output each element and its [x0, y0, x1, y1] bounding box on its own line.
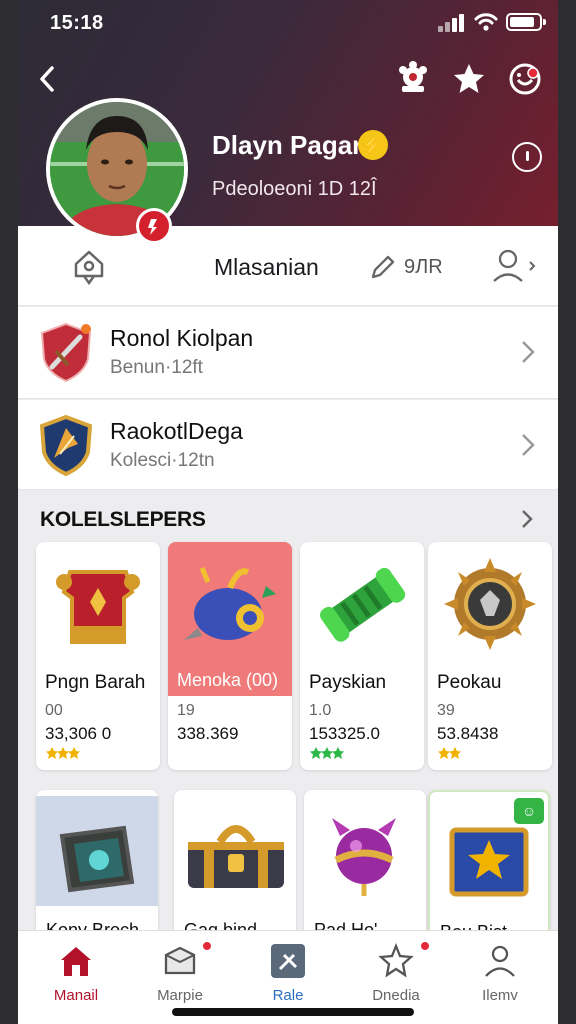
row-subtitle: Kolesci·12tn: [110, 450, 215, 471]
rating-stars: [46, 747, 80, 759]
user-icon: [485, 945, 515, 977]
collection-section: KOLELSLEPERS Pngn Barah 00 33,306 0 Meno…: [18, 490, 558, 940]
action-title: Mlasanian: [214, 254, 319, 280]
collection-item-selected[interactable]: Menoka (00) 19 338.369: [168, 542, 292, 770]
box-icon: [164, 946, 196, 975]
bronze-medallion-icon: [444, 558, 536, 650]
status-bar: 15:18: [0, 0, 576, 46]
collection-item[interactable]: Pngn Barah 00 33,306 0: [36, 542, 160, 770]
star-icon[interactable]: [450, 60, 488, 98]
row-title: RaokotlDega: [110, 418, 243, 444]
list-item[interactable]: Ronol Kiolpan Benun·12ft: [18, 307, 558, 399]
user-menu-icon[interactable]: [490, 248, 540, 284]
rune-tablet-icon: [36, 796, 158, 906]
chevron-right-icon[interactable]: [520, 508, 534, 530]
tab-tool[interactable]: Rale: [238, 939, 338, 1009]
row-title: Ronol Kiolpan: [110, 325, 254, 351]
app-screen: 15:18 Dlayn Pagan ⚡ Pdeoloeoni 1D 12Î Ml…: [0, 0, 576, 1024]
item-name: Pngn Barah: [45, 672, 146, 693]
item-name: Payskian: [309, 672, 387, 693]
avatar-badge-icon: [136, 208, 172, 244]
rating-stars: [438, 747, 461, 759]
status-time: 15:18: [50, 12, 104, 34]
new-badge-icon: ☺: [514, 798, 544, 824]
collection-item[interactable]: ☺ Bou Bist: [428, 790, 550, 940]
info-icon[interactable]: [512, 142, 542, 172]
tab-label: Dnedia: [372, 987, 420, 1004]
location-home-icon[interactable]: [70, 246, 108, 286]
magic-orb-icon: [332, 818, 396, 896]
item-price: 33,306 0: [45, 724, 112, 743]
golden-shield-icon: [39, 414, 93, 476]
shield-sword-icon: [40, 322, 92, 383]
item-level: 19: [177, 702, 195, 719]
frame-right: [558, 0, 576, 1024]
item-name: Peokau: [437, 672, 502, 693]
tab-box[interactable]: Marpie: [130, 939, 230, 1009]
emoji-icon[interactable]: [506, 60, 544, 98]
collection-item[interactable]: Kony Broch: [36, 790, 158, 940]
action-bar: Mlasanian 9ЛR: [18, 226, 558, 306]
green-scroll-icon: [320, 567, 406, 642]
home-icon: [61, 947, 91, 976]
signal-icon: [438, 14, 468, 32]
tab-media[interactable]: Dnedia: [346, 939, 446, 1009]
back-icon[interactable]: [32, 62, 66, 96]
collection-item[interactable]: Pad Ho': [304, 790, 426, 940]
star-icon: [378, 943, 414, 978]
item-level: 39: [437, 702, 455, 719]
rating-stars: [310, 747, 344, 759]
frame-left: [0, 0, 18, 1024]
tool-icon: [271, 944, 305, 978]
treasure-chest-icon: [188, 825, 284, 888]
verified-badge-icon: ⚡: [358, 130, 388, 160]
collection-item[interactable]: Gaq bind: [174, 790, 296, 940]
tab-label: Marpie: [157, 987, 203, 1004]
wifi-icon: [474, 13, 498, 31]
settings-gear-icon[interactable]: [394, 60, 432, 98]
edit-label: 9ЛR: [404, 256, 443, 278]
row-subtitle: Benun·12ft: [110, 357, 203, 378]
tab-label: Manail: [53, 987, 99, 1004]
mech-beetle-icon: [168, 542, 292, 666]
notification-dot: [420, 941, 430, 951]
item-level: 1.0: [309, 702, 332, 719]
edit-button[interactable]: 9ЛR: [368, 252, 478, 282]
notification-dot: [202, 941, 212, 951]
profile-name: Dlayn Pagan: [212, 130, 369, 160]
tab-label: Ilemv: [482, 987, 518, 1004]
chevron-right-icon: [522, 341, 535, 363]
item-level: 00: [45, 702, 63, 719]
tab-label: Rale: [272, 987, 304, 1004]
tab-home[interactable]: Manail: [26, 939, 126, 1009]
collection-item[interactable]: Payskian 1.0 153325.0: [300, 542, 424, 770]
profile-subtitle: Pdeoloeoni 1D 12Î: [212, 178, 377, 200]
collection-item[interactable]: Peokau 39 53.8438: [428, 542, 552, 770]
tab-profile[interactable]: Ilemv: [450, 939, 550, 1009]
list-item[interactable]: RaokotlDega Kolesci·12tn: [18, 400, 558, 490]
armor-chest-icon: [56, 570, 140, 644]
home-indicator: [172, 1008, 414, 1016]
item-price: 153325.0: [309, 724, 380, 743]
section-title: KOLELSLEPERS: [40, 508, 206, 531]
chevron-right-icon: [522, 434, 535, 456]
pencil-icon: [371, 255, 395, 279]
item-price: 338.369: [177, 724, 239, 743]
item-price: 53.8438: [437, 724, 499, 743]
battery-icon: [506, 13, 546, 31]
item-name: Menoka (00): [177, 670, 279, 690]
top-bar: [0, 56, 576, 104]
